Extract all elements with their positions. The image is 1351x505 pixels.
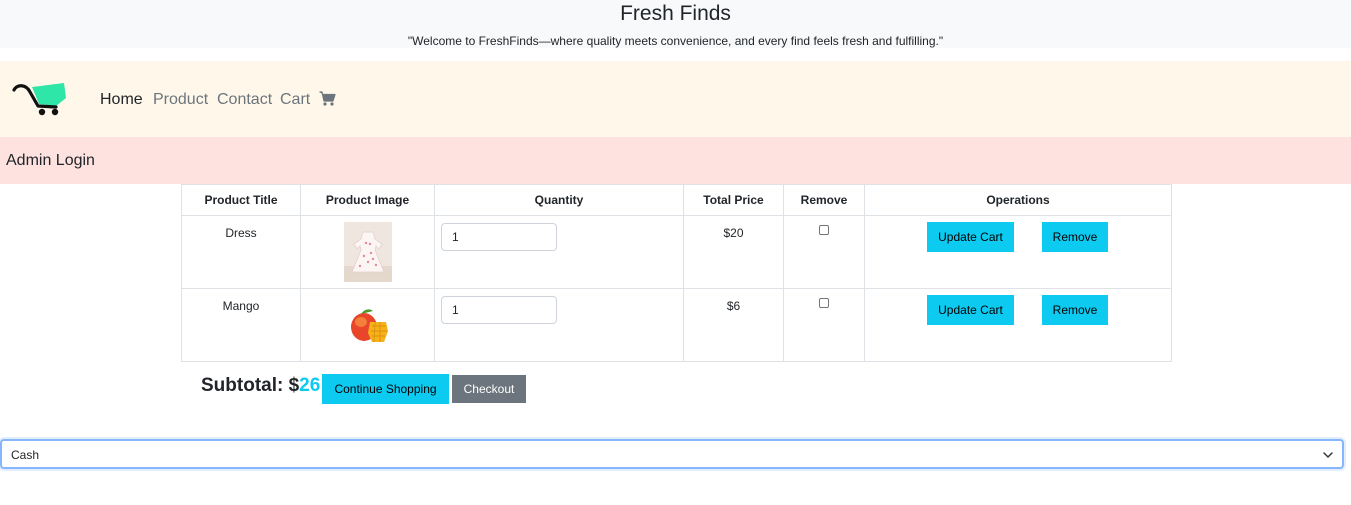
update-cart-button[interactable]: Update Cart: [927, 222, 1014, 252]
total-price: $20: [723, 226, 744, 240]
tagline: "Welcome to FreshFinds—where quality mee…: [407, 34, 944, 48]
nav-product[interactable]: Product: [153, 91, 208, 109]
remove-checkbox[interactable]: [819, 225, 829, 235]
shopping-cart-logo-icon[interactable]: [12, 80, 68, 116]
header-product-image: Product Image: [300, 184, 435, 216]
cart-table: Product Title Product Image Quantity Tot…: [181, 184, 1172, 362]
product-title: Dress: [225, 226, 257, 240]
mango-thumbnail-icon: [350, 309, 388, 343]
product-title: Mango: [222, 299, 260, 313]
site-title: Fresh Finds: [620, 2, 731, 25]
table-row: Dress $20 Update Cart Remove: [181, 215, 1172, 289]
nav-cart-label: Cart: [280, 91, 311, 108]
payment-method-select[interactable]: Cash: [0, 439, 1344, 469]
top-banner: Fresh Finds "Welcome to FreshFinds—where…: [0, 0, 1351, 48]
header-quantity: Quantity: [434, 184, 684, 216]
quantity-input[interactable]: [441, 296, 557, 324]
subtotal-amount: 26: [299, 375, 321, 396]
header-total-price: Total Price: [683, 184, 784, 216]
table-row: Mango $6 Update Cart Remove: [181, 288, 1172, 362]
table-header-row: Product Title Product Image Quantity Tot…: [181, 184, 1172, 216]
remove-checkbox[interactable]: [819, 298, 829, 308]
admin-bar: Admin Login: [0, 137, 1351, 184]
total-price: $6: [726, 299, 741, 313]
checkout-button[interactable]: Checkout: [452, 375, 526, 403]
header-operations: Operations: [864, 184, 1172, 216]
nav-home[interactable]: Home: [100, 91, 143, 109]
header-product-title: Product Title: [181, 184, 301, 216]
navbar: Home Product Contact Cart: [0, 61, 1351, 137]
payment-selected-value: Cash: [11, 448, 40, 462]
chevron-down-icon: [1323, 452, 1333, 458]
subtotal-label: Subtotal: $: [201, 375, 300, 396]
nav-cart[interactable]: Cart: [280, 91, 336, 109]
nav-contact[interactable]: Contact: [217, 91, 272, 109]
continue-shopping-button[interactable]: Continue Shopping: [322, 374, 449, 404]
cart-icon: [319, 91, 336, 106]
header-remove: Remove: [783, 184, 865, 216]
remove-button[interactable]: Remove: [1042, 222, 1108, 252]
quantity-input[interactable]: [441, 223, 557, 251]
remove-button[interactable]: Remove: [1042, 295, 1108, 325]
admin-login-link[interactable]: Admin Login: [6, 152, 95, 170]
update-cart-button[interactable]: Update Cart: [927, 295, 1014, 325]
dress-thumbnail-icon: [343, 222, 392, 282]
subtotal: Subtotal: $26: [201, 375, 320, 397]
